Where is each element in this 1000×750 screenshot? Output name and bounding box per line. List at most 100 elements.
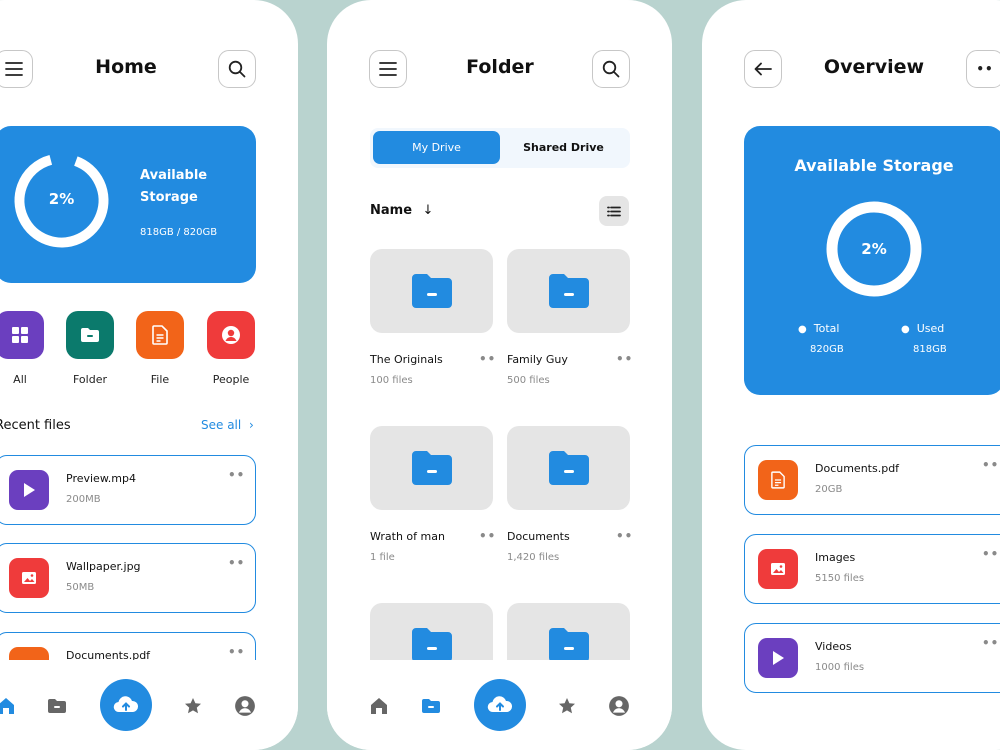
home-screen: Home 2% Available Storage 818GB / 820GB …: [0, 0, 298, 750]
folder-icon[interactable]: [46, 695, 68, 717]
category-file[interactable]: File: [136, 311, 184, 386]
legend-used: ● Used: [901, 322, 944, 335]
folder-count: 500 files: [507, 375, 550, 386]
bottom-nav: [0, 660, 298, 750]
file-icon: [136, 311, 184, 359]
category-people[interactable]: People: [207, 311, 255, 386]
storage-card[interactable]: 2% Available Storage 818GB / 820GB: [0, 126, 256, 283]
sort-by-name[interactable]: Name ↓: [370, 203, 433, 218]
list-view-button[interactable]: [599, 196, 629, 226]
star-icon[interactable]: [182, 695, 204, 717]
folder-name: Documents: [507, 530, 570, 543]
chevron-right-icon: ›: [249, 418, 254, 432]
image-icon: [9, 558, 49, 598]
legend-total-label: Total: [813, 322, 840, 335]
folder-icon[interactable]: [420, 695, 442, 717]
tab-shared-drive[interactable]: Shared Drive: [500, 131, 627, 164]
folder-count: 100 files: [370, 375, 413, 386]
storage-title: Available Storage: [794, 156, 954, 175]
more-options-icon[interactable]: ••: [982, 458, 999, 472]
upload-cloud-icon: [113, 696, 139, 713]
drive-tabs: My Drive Shared Drive: [370, 128, 630, 168]
page-title: Home: [95, 56, 157, 78]
arrow-down-icon: ↓: [422, 203, 434, 218]
folder-tile[interactable]: [507, 426, 630, 510]
bullet-icon: ●: [798, 324, 807, 335]
folder-icon: [411, 274, 452, 308]
more-button[interactable]: ••: [966, 50, 1000, 88]
hamburger-icon: [379, 62, 397, 76]
item-name: Images: [815, 551, 856, 564]
home-icon[interactable]: [368, 695, 390, 717]
category-folder[interactable]: Folder: [66, 311, 114, 386]
folder-icon: [548, 274, 589, 308]
file-size: 200MB: [66, 494, 101, 505]
folder-name: Family Guy: [507, 353, 568, 366]
search-icon: [228, 60, 246, 78]
more-options-icon[interactable]: ••: [228, 645, 245, 659]
folder-name: The Originals: [370, 353, 443, 366]
grid-icon: [0, 311, 44, 359]
page-title: Overview: [823, 56, 925, 78]
folder-icon: [66, 311, 114, 359]
upload-button[interactable]: [474, 679, 526, 731]
storage-item-card[interactable]: Documents.pdf 20GB ••: [744, 445, 1000, 515]
home-icon[interactable]: [0, 695, 17, 717]
tab-my-drive[interactable]: My Drive: [373, 131, 500, 164]
folder-icon: [411, 628, 452, 662]
folder-icon: [548, 628, 589, 662]
folder-tile[interactable]: [507, 249, 630, 333]
more-options-icon[interactable]: ••: [616, 529, 633, 543]
storage-item-card[interactable]: Videos 1000 files ••: [744, 623, 1000, 693]
category-label: People: [212, 373, 250, 386]
storage-item-card[interactable]: Images 5150 files ••: [744, 534, 1000, 604]
more-options-icon[interactable]: ••: [228, 556, 245, 570]
file-name: Wallpaper.jpg: [66, 560, 141, 573]
file-name: Preview.mp4: [66, 472, 137, 485]
total-value: 820GB: [810, 344, 844, 355]
folder-screen: Folder My Drive Shared Drive Name ↓ The …: [327, 0, 672, 750]
storage-percent: 2%: [861, 240, 887, 258]
more-options-icon[interactable]: ••: [479, 529, 496, 543]
see-all-link[interactable]: See all ›: [201, 418, 254, 432]
document-icon: [758, 460, 798, 500]
recent-files-heading: Recent files: [0, 418, 71, 433]
list-icon: [607, 206, 621, 216]
image-icon: [758, 549, 798, 589]
file-size: 50MB: [66, 582, 95, 593]
item-count: 1000 files: [815, 662, 865, 673]
item-name: Documents.pdf: [815, 462, 900, 475]
search-button[interactable]: [592, 50, 630, 88]
page-title: Folder: [466, 56, 534, 78]
folder-name: Wrath of man: [370, 530, 445, 543]
upload-button[interactable]: [100, 679, 152, 731]
legend-used-label: Used: [916, 322, 945, 335]
more-options-icon[interactable]: ••: [479, 352, 496, 366]
storage-card[interactable]: Available Storage 2% ● Total 820GB ● Use…: [744, 126, 1000, 395]
star-icon[interactable]: [556, 695, 578, 717]
search-icon: [602, 60, 620, 78]
folder-tile[interactable]: [370, 426, 493, 510]
more-options-icon[interactable]: ••: [228, 468, 245, 482]
play-icon: [9, 470, 49, 510]
used-value: 818GB: [913, 344, 947, 355]
more-options-icon[interactable]: ••: [982, 636, 999, 650]
more-options-icon[interactable]: ••: [982, 547, 999, 561]
search-button[interactable]: [218, 50, 256, 88]
profile-icon[interactable]: [234, 695, 256, 717]
item-name: Videos: [815, 640, 852, 653]
recent-file-card[interactable]: Wallpaper.jpg 50MB ••: [0, 543, 256, 613]
see-all-label: See all: [201, 418, 242, 432]
more-options-icon[interactable]: ••: [616, 352, 633, 366]
item-size: 20GB: [815, 484, 843, 495]
storage-percent: 2%: [48, 190, 75, 208]
folder-icon: [548, 451, 589, 485]
sort-label: Name: [370, 203, 413, 218]
category-all[interactable]: All: [0, 311, 44, 386]
profile-icon[interactable]: [608, 695, 630, 717]
storage-title-line2: Storage: [140, 190, 198, 205]
recent-file-card[interactable]: Preview.mp4 200MB ••: [0, 455, 256, 525]
folder-count: 1 file: [370, 552, 395, 563]
storage-usage: 818GB / 820GB: [140, 227, 218, 238]
folder-tile[interactable]: [370, 249, 493, 333]
